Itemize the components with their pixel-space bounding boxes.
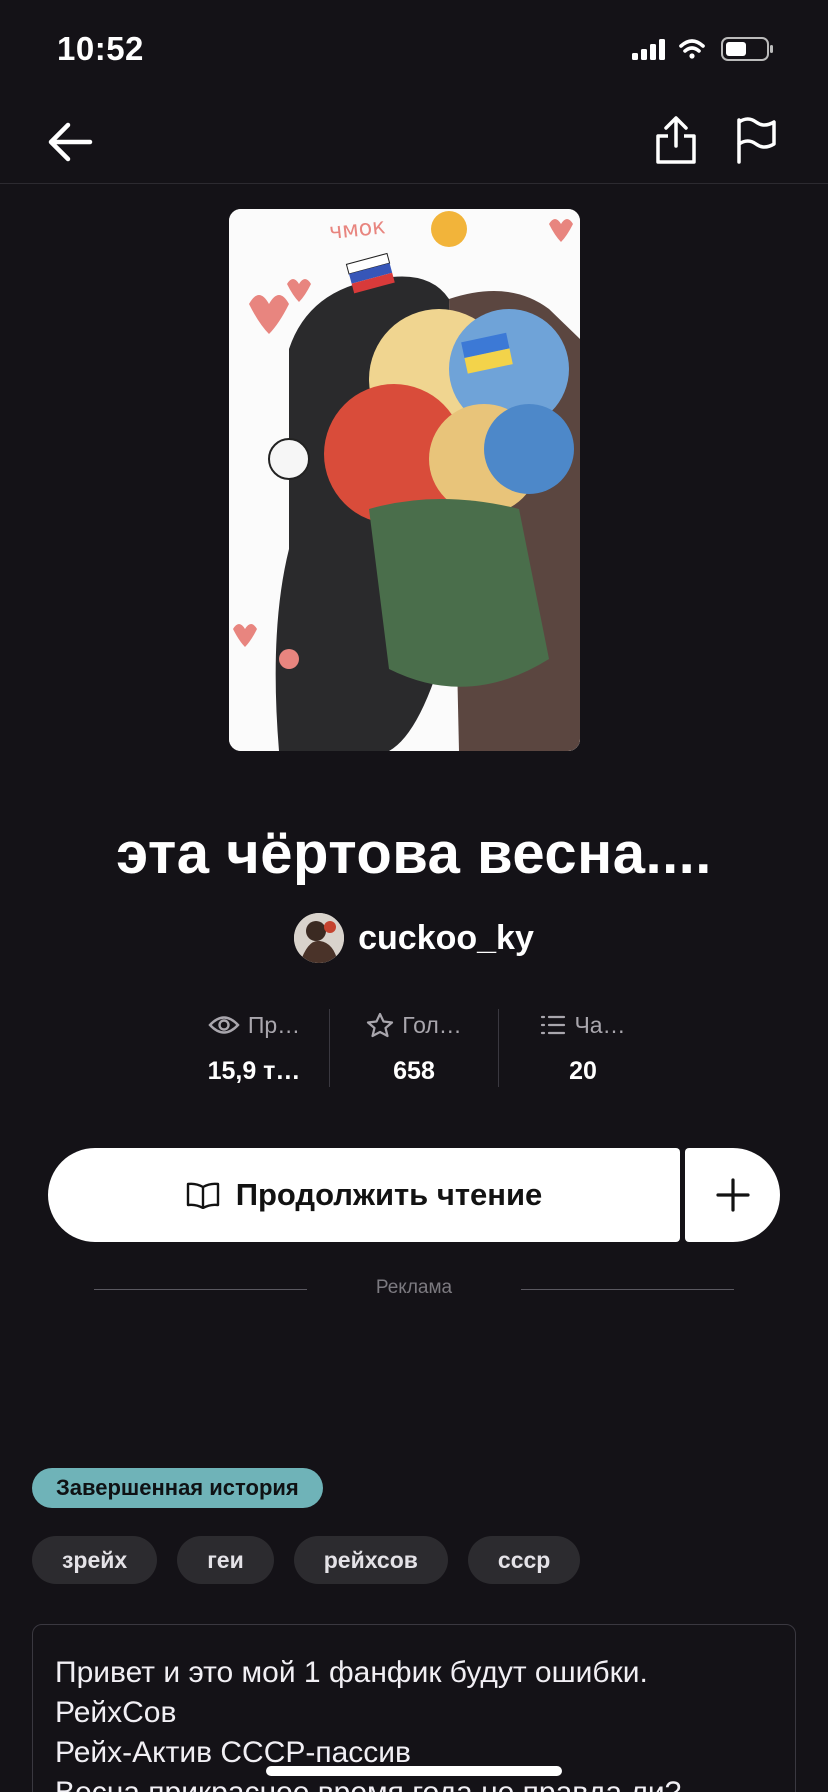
star-icon bbox=[367, 1012, 394, 1038]
tag-chip[interactable]: рейхсов bbox=[293, 1536, 448, 1584]
add-to-library-button[interactable] bbox=[685, 1148, 780, 1242]
status-icons bbox=[632, 36, 792, 62]
author-name: cuckoo_ky bbox=[358, 918, 534, 957]
description-line: Привет и это мой 1 фанфик будут ошибки. bbox=[55, 1656, 648, 1689]
wifi-icon bbox=[679, 39, 705, 59]
stat-value: 658 bbox=[393, 1057, 435, 1085]
share-icon bbox=[656, 116, 696, 164]
home-indicator[interactable] bbox=[266, 1766, 562, 1776]
list-icon bbox=[541, 1015, 566, 1035]
story-title: эта чёртова весна.... bbox=[116, 821, 712, 886]
ad-label: Реклама bbox=[375, 1277, 453, 1298]
nav-bar bbox=[0, 100, 828, 184]
stat-label: Пр… bbox=[247, 1011, 301, 1038]
author-link[interactable]: cuckoo_ky bbox=[0, 912, 828, 964]
tag-list: зрейх геи рейхсов ссср bbox=[32, 1536, 581, 1584]
stat-label: Ча… bbox=[574, 1011, 626, 1038]
plus-icon bbox=[715, 1178, 750, 1212]
report-button[interactable] bbox=[734, 114, 778, 166]
stat-label: Гол… bbox=[402, 1011, 462, 1038]
share-button[interactable] bbox=[654, 114, 698, 166]
continue-reading-label: Продолжить чтение bbox=[235, 1177, 543, 1212]
back-button[interactable] bbox=[46, 120, 96, 164]
signal-icon bbox=[632, 39, 665, 60]
stat-reads: Пр… 15,9 т… bbox=[169, 1005, 339, 1086]
tag-chip[interactable]: геи bbox=[177, 1536, 274, 1584]
stat-value: 15,9 т… bbox=[207, 1057, 301, 1085]
avatar bbox=[294, 913, 345, 963]
stat-value: 20 bbox=[569, 1057, 597, 1085]
ad-separator: Реклама bbox=[0, 1275, 828, 1305]
eye-icon bbox=[208, 1016, 240, 1034]
tag-chip[interactable]: ссср bbox=[467, 1536, 581, 1584]
book-icon bbox=[186, 1182, 219, 1209]
stat-votes: Гол… 658 bbox=[329, 1005, 499, 1086]
stat-parts: Ча… 20 bbox=[498, 1005, 668, 1086]
continue-reading-button[interactable]: Продолжить чтение bbox=[48, 1148, 680, 1242]
divider bbox=[521, 1289, 734, 1290]
status-badge: Завершенная история bbox=[32, 1468, 323, 1508]
flag-icon bbox=[737, 117, 776, 164]
tag-chip[interactable]: зрейх bbox=[32, 1536, 158, 1584]
story-stats: Пр… 15,9 т… Гол… 658 Ча… 20 bbox=[0, 1005, 828, 1095]
status-time: 10:52 bbox=[57, 30, 144, 67]
description-line: РейхСов bbox=[55, 1696, 177, 1729]
arrow-left-icon bbox=[48, 122, 93, 162]
battery-icon bbox=[721, 37, 773, 61]
story-cover-image: чмок bbox=[229, 209, 580, 751]
status-bar: 10:52 bbox=[0, 0, 828, 100]
